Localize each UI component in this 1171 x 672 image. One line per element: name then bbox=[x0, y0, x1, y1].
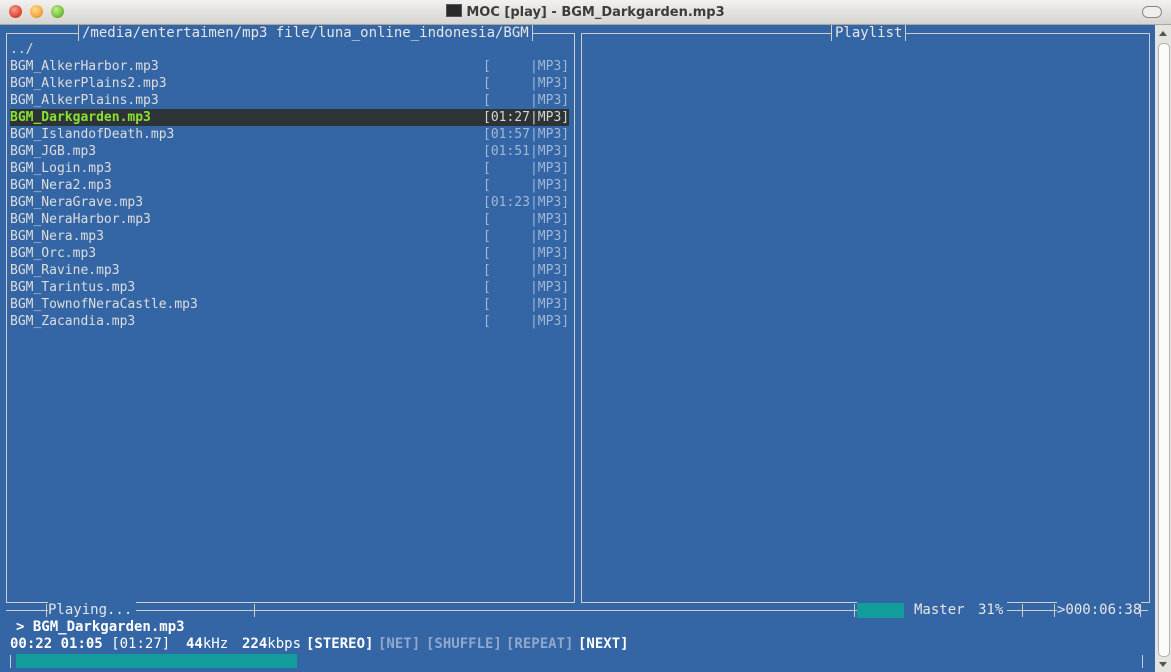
file-duration-format: [01:51|MP3] bbox=[483, 144, 570, 159]
file-item[interactable]: BGM_Darkgarden.mp3 [01:27|MP3] bbox=[10, 109, 569, 126]
scroll-thumb[interactable] bbox=[1158, 43, 1170, 657]
file-duration-format: [ |MP3] bbox=[483, 314, 570, 329]
sample-rate-value: 44 bbox=[186, 636, 203, 652]
state-box-tick-left bbox=[46, 604, 47, 617]
file-duration-format: [ |MP3] bbox=[483, 76, 570, 91]
now-playing-title: > BGM_Darkgarden.mp3 bbox=[16, 619, 185, 635]
time-box-tick-mid bbox=[1054, 604, 1055, 617]
file-item[interactable]: BGM_Zacandia.mp3 [ |MP3] bbox=[10, 313, 569, 330]
file-duration-format: [01:27|MP3] bbox=[483, 110, 570, 125]
parent-dir-item[interactable]: ../ bbox=[10, 41, 569, 58]
file-name: BGM_IslandofDeath.mp3 bbox=[10, 127, 175, 142]
file-name: BGM_NeraGrave.mp3 bbox=[10, 195, 144, 210]
file-item[interactable]: BGM_Login.mp3 [ |MP3] bbox=[10, 160, 569, 177]
file-name: BGM_AlkerPlains.mp3 bbox=[10, 93, 159, 108]
progress-tick-left bbox=[10, 655, 11, 668]
time-info-line: 00:22 01:05 [01:27] bbox=[10, 636, 170, 652]
progress-track[interactable] bbox=[10, 654, 1146, 668]
file-duration-format: [ |MP3] bbox=[483, 263, 570, 278]
file-duration-format: [ |MP3] bbox=[483, 297, 570, 312]
file-duration-format: [01:23|MP3] bbox=[483, 195, 570, 210]
window-title-text: MOC [play] - BGM_Darkgarden.mp3 bbox=[466, 5, 725, 20]
file-duration-format: [ |MP3] bbox=[483, 229, 570, 244]
shuffle-flag: [SHUFFLE] bbox=[426, 636, 502, 652]
bitrate: 224kbps bbox=[242, 636, 301, 652]
play-state: Playing... bbox=[48, 602, 137, 618]
file-duration-format: [ |MP3] bbox=[483, 59, 570, 74]
file-name: BGM_Login.mp3 bbox=[10, 161, 112, 176]
repeat-flag: [REPEAT] bbox=[506, 636, 574, 652]
file-duration-format: [ |MP3] bbox=[483, 93, 570, 108]
scroll-up-icon[interactable] bbox=[1159, 31, 1167, 36]
sample-rate-unit: kHz bbox=[202, 636, 229, 652]
progress-tick-right bbox=[1142, 655, 1143, 668]
bitrate-unit: kbps bbox=[267, 636, 302, 652]
stereo-flag: [STEREO] bbox=[306, 636, 374, 652]
total-playlist-time: >000:06:38 bbox=[1057, 602, 1142, 618]
elapsed-time: 00:22 bbox=[10, 636, 53, 652]
state-box-tick-right bbox=[254, 604, 255, 617]
progress-fill bbox=[16, 654, 297, 668]
file-name: BGM_Darkgarden.mp3 bbox=[10, 110, 151, 125]
file-name: BGM_Tarintus.mp3 bbox=[10, 280, 136, 295]
file-item[interactable]: BGM_TownofNeraCastle.mp3 [ |MP3] bbox=[10, 296, 569, 313]
file-item[interactable]: BGM_Nera.mp3 [ |MP3] bbox=[10, 228, 569, 245]
window-titlebar: MOC [play] - BGM_Darkgarden.mp3 bbox=[0, 0, 1171, 25]
file-duration-format: [ |MP3] bbox=[483, 178, 570, 193]
vertical-scrollbar[interactable] bbox=[1155, 25, 1171, 672]
file-name: BGM_NeraHarbor.mp3 bbox=[10, 212, 151, 227]
time-box-tick-left bbox=[1022, 604, 1023, 617]
file-name: BGM_Orc.mp3 bbox=[10, 246, 97, 261]
terminal-area: /media/entertaimen/mp3 file/luna_online_… bbox=[0, 25, 1155, 672]
remaining-time: 01:05 bbox=[60, 636, 103, 652]
file-item[interactable]: BGM_Ravine.mp3 [ |MP3] bbox=[10, 262, 569, 279]
file-name: BGM_JGB.mp3 bbox=[10, 144, 97, 159]
net-flag: [NET] bbox=[378, 636, 421, 652]
scroll-down-icon[interactable] bbox=[1159, 662, 1167, 667]
toolbar-toggle-button[interactable] bbox=[1142, 6, 1162, 18]
file-name: BGM_TownofNeraCastle.mp3 bbox=[10, 297, 198, 312]
file-duration-format: [ |MP3] bbox=[483, 280, 570, 295]
playlist-title: Playlist bbox=[831, 25, 907, 41]
time-box-tick-right bbox=[1140, 604, 1141, 617]
file-duration-format: [ |MP3] bbox=[483, 161, 570, 176]
file-name: BGM_Nera.mp3 bbox=[10, 229, 104, 244]
file-item[interactable]: BGM_Tarintus.mp3 [ |MP3] bbox=[10, 279, 569, 296]
file-name: BGM_Nera2.mp3 bbox=[10, 178, 112, 193]
file-name: BGM_AlkerHarbor.mp3 bbox=[10, 59, 159, 74]
file-duration-format: [ |MP3] bbox=[483, 212, 570, 227]
bitrate-value: 224 bbox=[242, 636, 268, 652]
file-item[interactable]: BGM_AlkerHarbor.mp3 [ |MP3] bbox=[10, 58, 569, 75]
file-name: BGM_AlkerPlains2.mp3 bbox=[10, 76, 167, 91]
file-item[interactable]: BGM_JGB.mp3 [01:51|MP3] bbox=[10, 143, 569, 160]
sample-rate: 44kHz bbox=[186, 636, 228, 652]
volume-level-bar bbox=[857, 603, 904, 618]
volume-label: Master bbox=[914, 602, 965, 618]
file-item[interactable]: BGM_IslandofDeath.mp3 [01:57|MP3] bbox=[10, 126, 569, 143]
file-item[interactable]: BGM_AlkerPlains2.mp3 [ |MP3] bbox=[10, 75, 569, 92]
file-item[interactable]: BGM_NeraHarbor.mp3 [ |MP3] bbox=[10, 211, 569, 228]
volume-tick-left bbox=[854, 604, 855, 617]
file-item[interactable]: BGM_Orc.mp3 [ |MP3] bbox=[10, 245, 569, 262]
file-duration-format: [01:57|MP3] bbox=[483, 127, 570, 142]
next-flag: [NEXT] bbox=[578, 636, 629, 652]
file-item[interactable]: BGM_AlkerPlains.mp3 [ |MP3] bbox=[10, 92, 569, 109]
playlist-panel: Playlist bbox=[581, 25, 1150, 603]
file-name: BGM_Ravine.mp3 bbox=[10, 263, 120, 278]
file-item[interactable]: BGM_NeraGrave.mp3 [01:23|MP3] bbox=[10, 194, 569, 211]
parent-dir-label: ../ bbox=[10, 42, 34, 57]
volume-percent: 31% bbox=[978, 602, 1004, 618]
file-name: BGM_Zacandia.mp3 bbox=[10, 314, 136, 329]
volume-area[interactable]: Master 31% bbox=[857, 602, 1007, 619]
file-duration-format: [ |MP3] bbox=[483, 246, 570, 261]
track-duration: [01:27] bbox=[111, 636, 171, 652]
window-title: MOC [play] - BGM_Darkgarden.mp3 bbox=[0, 4, 1171, 20]
terminal-icon bbox=[446, 4, 463, 17]
file-item[interactable]: BGM_Nera2.mp3 [ |MP3] bbox=[10, 177, 569, 194]
directory-path: /media/entertaimen/mp3 file/luna_online_… bbox=[78, 25, 533, 41]
